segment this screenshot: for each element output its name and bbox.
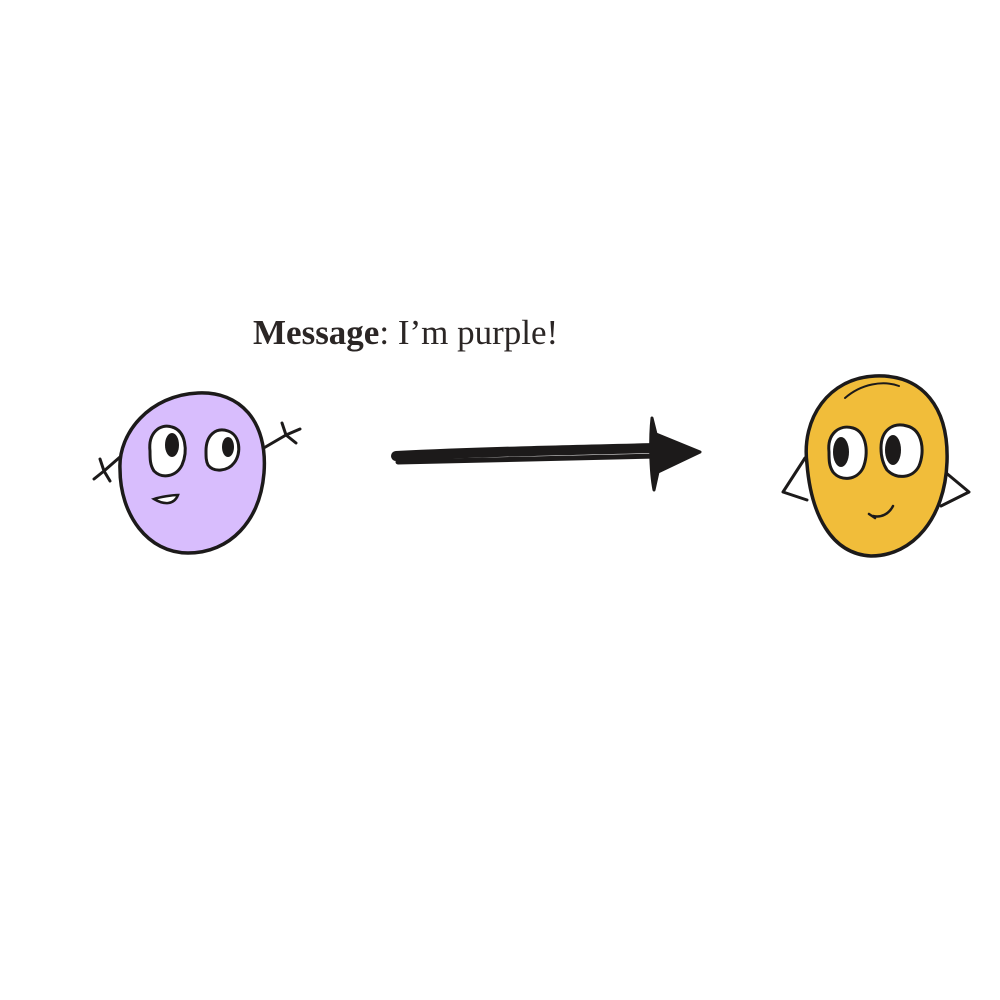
right-arrow-drawing — [391, 416, 702, 492]
purple-character-icon — [90, 385, 305, 560]
right-arrow-icon — [388, 410, 708, 500]
yellow-character-drawing — [781, 374, 971, 558]
message-separator: : — [379, 313, 398, 352]
message-caption: Message: I’m purple! — [253, 312, 558, 354]
purple-character-drawing — [92, 391, 302, 555]
message-label: Message — [253, 313, 380, 352]
yellow-character-icon — [775, 368, 980, 563]
message-text: I’m purple! — [397, 313, 559, 352]
message-passing-diagram: Message: I’m purple! — [0, 0, 1000, 1000]
